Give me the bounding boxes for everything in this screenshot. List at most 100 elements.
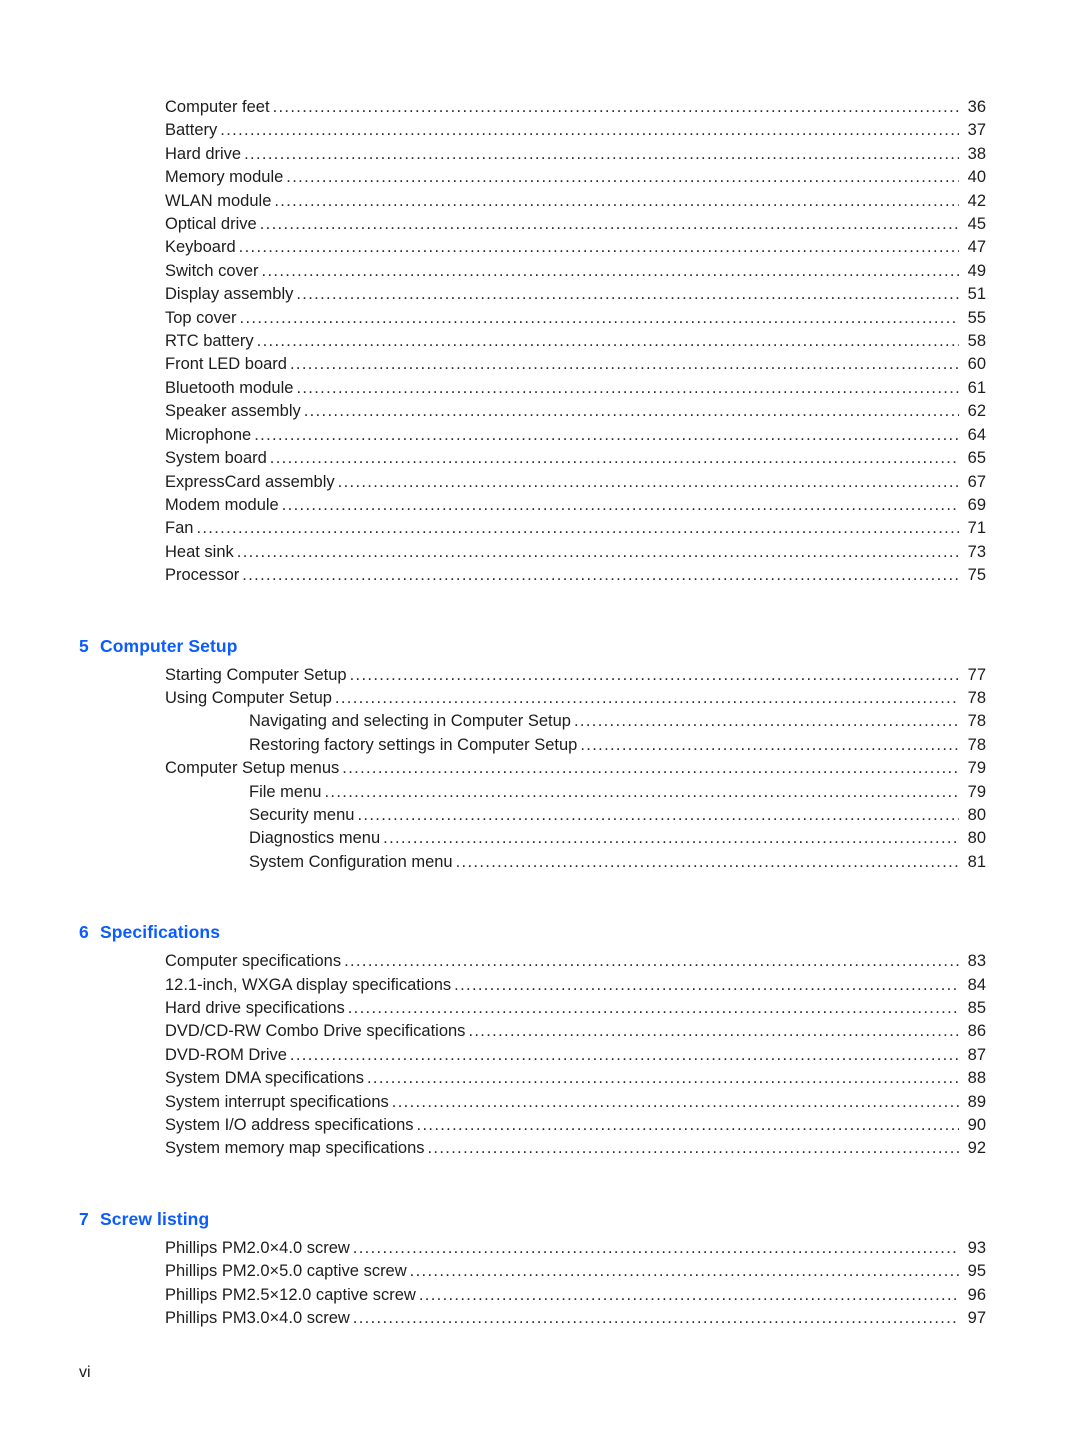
toc-entry-label: Keyboard bbox=[165, 238, 236, 257]
toc-entry[interactable]: Top cover 55 bbox=[0, 307, 1080, 330]
toc-entry-page-number: 62 bbox=[967, 402, 986, 421]
toc-entry[interactable]: Hard drive 38 bbox=[0, 143, 1080, 166]
toc-entry[interactable]: Speaker assembly 62 bbox=[0, 400, 1080, 423]
toc-entry-label: Phillips PM2.0×5.0 captive screw bbox=[165, 1262, 407, 1281]
toc-entry-page-number: 51 bbox=[967, 285, 986, 304]
dot-leader bbox=[348, 997, 959, 1014]
toc-entry-page-number: 79 bbox=[967, 782, 986, 801]
toc-entry-page-number: 67 bbox=[967, 472, 986, 491]
dot-leader bbox=[260, 213, 959, 230]
toc-entry-page-number: 93 bbox=[967, 1238, 986, 1257]
toc-entry-page-number: 45 bbox=[967, 215, 986, 234]
toc-entry[interactable]: DVD/CD-RW Combo Drive specifications 86 bbox=[0, 1020, 1080, 1043]
toc-entry[interactable]: Computer feet 36 bbox=[0, 96, 1080, 119]
toc-entry[interactable]: DVD-ROM Drive 87 bbox=[0, 1044, 1080, 1067]
section-title: Specifications bbox=[100, 922, 221, 943]
toc-entry-page-number: 86 bbox=[967, 1022, 986, 1041]
dot-leader bbox=[410, 1260, 959, 1277]
toc-section-heading[interactable]: 5 Computer Setup bbox=[0, 636, 1080, 657]
toc-page: Computer feet 36 Battery 37 Hard drive 38 Memo… bbox=[0, 0, 1080, 1437]
dot-leader bbox=[324, 781, 959, 798]
toc-entry[interactable]: Front LED board 60 bbox=[0, 353, 1080, 376]
dot-leader bbox=[342, 757, 959, 774]
dot-leader bbox=[367, 1067, 959, 1084]
toc-entry-label: Speaker assembly bbox=[165, 402, 301, 421]
toc-entry-label: DVD/CD-RW Combo Drive specifications bbox=[165, 1022, 466, 1041]
section-number: 7 bbox=[79, 1208, 89, 1229]
toc-section-heading[interactable]: 7 Screw listing bbox=[0, 1209, 1080, 1230]
toc-entry-label: Computer specifications bbox=[165, 952, 342, 971]
toc-entry[interactable]: Optical drive 45 bbox=[0, 213, 1080, 236]
dot-leader bbox=[254, 424, 959, 441]
toc-entry[interactable]: 12.1-inch, WXGA display specifications 84 bbox=[0, 974, 1080, 997]
toc-entry[interactable]: Switch cover 49 bbox=[0, 260, 1080, 283]
toc-section-heading[interactable]: 6 Specifications bbox=[0, 922, 1080, 943]
toc-entry-page-number: 77 bbox=[967, 665, 986, 684]
toc-entry[interactable]: Restoring factory settings in Computer S… bbox=[0, 734, 1080, 757]
toc-entry-label: ExpressCard assembly bbox=[165, 472, 335, 491]
dot-leader bbox=[262, 260, 959, 277]
toc-entry[interactable]: Display assembly 51 bbox=[0, 283, 1080, 306]
dot-leader bbox=[350, 664, 959, 681]
toc-entry[interactable]: ExpressCard assembly 67 bbox=[0, 471, 1080, 494]
toc-entry[interactable]: File menu 79 bbox=[0, 781, 1080, 804]
toc-entry-label: Modem module bbox=[165, 495, 279, 514]
toc-entry-page-number: 90 bbox=[967, 1116, 986, 1135]
dot-leader bbox=[454, 974, 959, 991]
toc-entry[interactable]: Microphone 64 bbox=[0, 424, 1080, 447]
toc-entry[interactable]: System memory map specifications 92 bbox=[0, 1137, 1080, 1160]
toc-entry[interactable]: Hard drive specifications 85 bbox=[0, 997, 1080, 1020]
toc-entry-page-number: 95 bbox=[967, 1262, 986, 1281]
toc-entry[interactable]: System Configuration menu 81 bbox=[0, 851, 1080, 874]
toc-entry[interactable]: Navigating and selecting in Computer Set… bbox=[0, 710, 1080, 733]
toc-entry[interactable]: Battery 37 bbox=[0, 119, 1080, 142]
dot-leader bbox=[296, 283, 959, 300]
toc-entry-label: Phillips PM3.0×4.0 screw bbox=[165, 1309, 350, 1328]
dot-leader bbox=[428, 1137, 960, 1154]
toc-entry[interactable]: Keyboard 47 bbox=[0, 236, 1080, 259]
toc-entry-page-number: 49 bbox=[967, 261, 986, 280]
toc-entry-page-number: 81 bbox=[967, 852, 986, 871]
toc-entry[interactable]: Computer specifications 83 bbox=[0, 950, 1080, 973]
dot-leader bbox=[196, 517, 959, 534]
toc-entry[interactable]: Bluetooth module 61 bbox=[0, 377, 1080, 400]
dot-leader bbox=[304, 400, 959, 417]
toc-entry[interactable]: Phillips PM2.0×5.0 captive screw 95 bbox=[0, 1260, 1080, 1283]
toc-entry[interactable]: Diagnostics menu 80 bbox=[0, 827, 1080, 850]
toc-entry-label: 12.1-inch, WXGA display specifications bbox=[165, 975, 452, 994]
toc-entry[interactable]: Memory module 40 bbox=[0, 166, 1080, 189]
toc-entry[interactable]: WLAN module 42 bbox=[0, 190, 1080, 213]
toc-entry[interactable]: Security menu 80 bbox=[0, 804, 1080, 827]
toc-entry-page-number: 96 bbox=[967, 1285, 986, 1304]
toc-entry[interactable]: System interrupt specifications 89 bbox=[0, 1091, 1080, 1114]
toc-entry[interactable]: Phillips PM2.0×4.0 screw 93 bbox=[0, 1237, 1080, 1260]
toc-entry-label: Using Computer Setup bbox=[165, 688, 332, 707]
dot-leader bbox=[383, 827, 959, 844]
toc-entry-page-number: 84 bbox=[967, 975, 986, 994]
toc-entry[interactable]: RTC battery 58 bbox=[0, 330, 1080, 353]
toc-entry[interactable]: Processor 75 bbox=[0, 564, 1080, 587]
toc-entry[interactable]: Using Computer Setup 78 bbox=[0, 687, 1080, 710]
dot-leader bbox=[257, 330, 959, 347]
toc-entry-label: Fan bbox=[165, 519, 194, 538]
toc-entry[interactable]: System board 65 bbox=[0, 447, 1080, 470]
toc-entry[interactable]: Fan 71 bbox=[0, 517, 1080, 540]
dot-leader bbox=[286, 166, 959, 183]
dot-leader bbox=[240, 307, 959, 324]
toc-entry[interactable]: System I/O address specifications 90 bbox=[0, 1114, 1080, 1137]
toc-entry-label: Front LED board bbox=[165, 355, 287, 374]
toc-entry[interactable]: Modem module 69 bbox=[0, 494, 1080, 517]
dot-leader bbox=[580, 734, 959, 751]
toc-entry[interactable]: Phillips PM3.0×4.0 screw 97 bbox=[0, 1307, 1080, 1330]
toc-entry-page-number: 79 bbox=[967, 759, 986, 778]
toc-entry[interactable]: System DMA specifications 88 bbox=[0, 1067, 1080, 1090]
toc-entry[interactable]: Phillips PM2.5×12.0 captive screw 96 bbox=[0, 1284, 1080, 1307]
toc-entry[interactable]: Computer Setup menus 79 bbox=[0, 757, 1080, 780]
toc-entry[interactable]: Heat sink 73 bbox=[0, 541, 1080, 564]
toc-entry[interactable]: Starting Computer Setup 77 bbox=[0, 664, 1080, 687]
dot-leader bbox=[296, 377, 959, 394]
toc-entry-label: Diagnostics menu bbox=[249, 829, 381, 848]
dot-leader bbox=[574, 710, 959, 727]
toc-entry-label: System DMA specifications bbox=[165, 1069, 364, 1088]
